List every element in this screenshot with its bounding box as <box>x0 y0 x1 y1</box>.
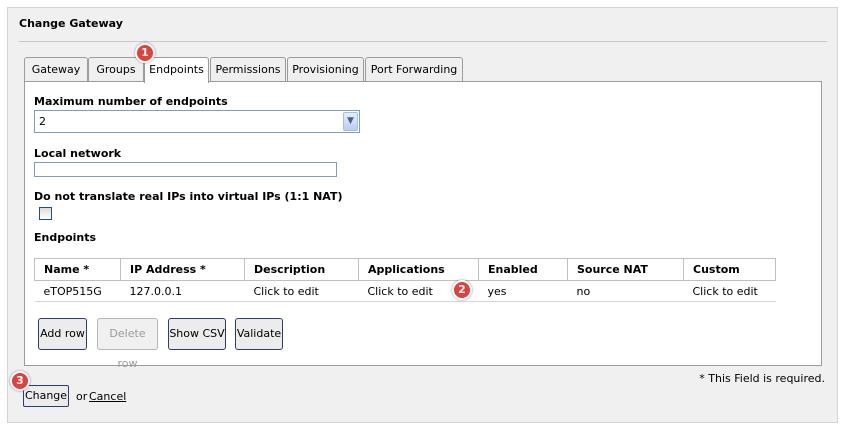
local-network-input[interactable] <box>34 162 337 177</box>
title-divider <box>19 41 827 42</box>
endpoints-table: Name * IP Address * Description Applicat… <box>34 258 776 302</box>
tab-permissions[interactable]: Permissions <box>210 57 286 82</box>
cell-description[interactable]: Click to edit <box>244 280 359 302</box>
validate-button[interactable]: Validate <box>235 318 283 350</box>
cell-ip-address[interactable]: 127.0.0.1 <box>120 280 245 302</box>
max-endpoints-label: Maximum number of endpoints <box>34 95 228 108</box>
column-header-enabled[interactable]: Enabled <box>478 258 568 281</box>
no-translate-checkbox[interactable] <box>39 207 52 220</box>
max-endpoints-select[interactable]: 2 ▼ <box>34 110 360 133</box>
tab-endpoints[interactable]: Endpoints <box>144 57 209 83</box>
delete-row-button[interactable]: Delete row <box>97 318 158 370</box>
required-field-note: * This Field is required. <box>699 372 825 385</box>
cell-custom[interactable]: Click to edit <box>683 280 776 302</box>
chevron-down-icon[interactable]: ▼ <box>343 112 358 131</box>
cancel-link[interactable]: Cancel <box>89 390 126 403</box>
cell-source-nat[interactable]: no <box>567 280 684 302</box>
cell-enabled[interactable]: yes <box>478 280 568 302</box>
panel-title: Change Gateway <box>19 17 123 30</box>
column-header-source-nat[interactable]: Source NAT <box>567 258 684 281</box>
show-csv-button[interactable]: Show CSV <box>168 318 226 350</box>
tab-port-forwarding[interactable]: Port Forwarding <box>365 57 463 82</box>
step-badge-2: 2 <box>452 280 472 300</box>
change-button[interactable]: Change <box>23 385 69 407</box>
column-header-description[interactable]: Description <box>244 258 359 281</box>
column-header-name[interactable]: Name * <box>34 258 121 281</box>
table-row: eTOP515G 127.0.0.1 Click to edit Click t… <box>34 280 776 302</box>
cell-name[interactable]: eTOP515G <box>34 280 121 302</box>
step-badge-3: 3 <box>10 371 30 391</box>
add-row-button[interactable]: Add row <box>38 318 87 350</box>
endpoints-label: Endpoints <box>34 231 97 244</box>
no-translate-label: Do not translate real IPs into virtual I… <box>34 190 343 203</box>
or-text: or <box>76 390 88 403</box>
column-header-ip-address[interactable]: IP Address * <box>120 258 245 281</box>
step-badge-1: 1 <box>135 43 155 63</box>
local-network-label: Local network <box>34 147 122 160</box>
tab-provisioning[interactable]: Provisioning <box>287 57 364 82</box>
max-endpoints-value: 2 <box>39 115 46 128</box>
table-header-row: Name * IP Address * Description Applicat… <box>34 258 776 281</box>
column-header-custom[interactable]: Custom <box>683 258 776 281</box>
tab-groups[interactable]: Groups <box>88 57 144 82</box>
tab-gateway[interactable]: Gateway <box>24 57 88 82</box>
column-header-applications[interactable]: Applications <box>358 258 479 281</box>
